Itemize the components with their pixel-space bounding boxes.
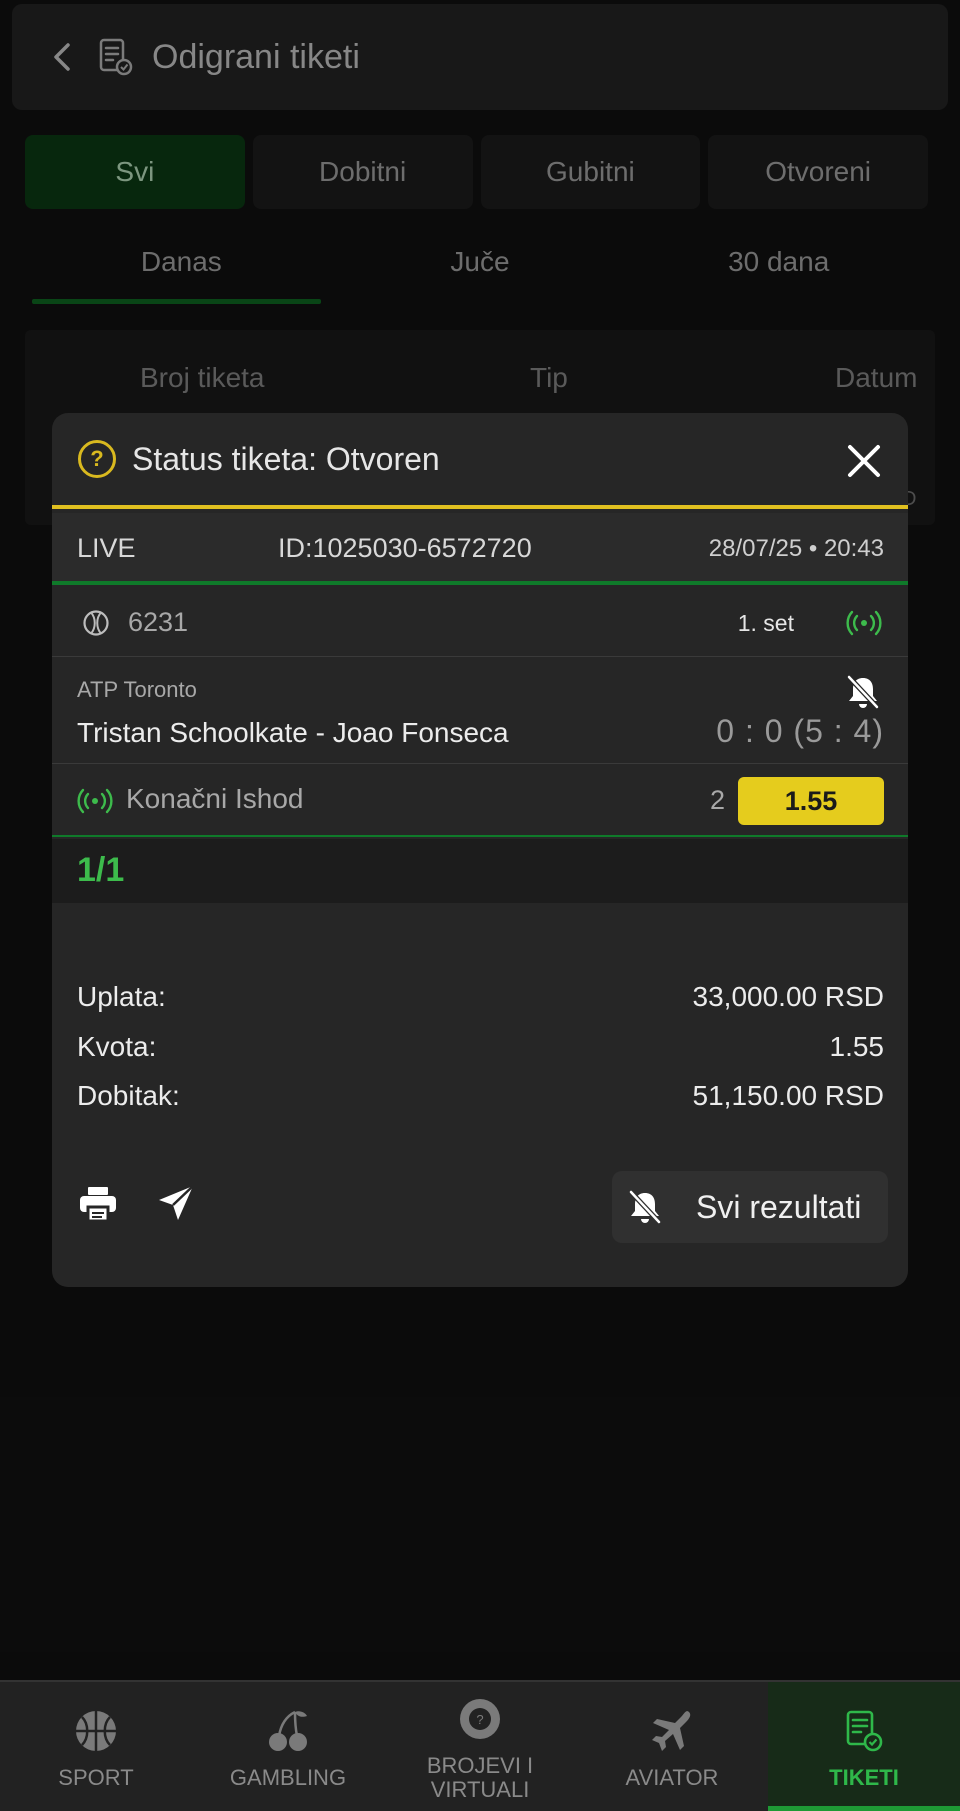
selection-count: 1/1 [77,851,125,889]
bell-off-icon [629,1190,661,1224]
basketball-icon [76,1711,116,1751]
dobitak-label: Dobitak: [77,1080,180,1111]
event-match-name: Tristan Schoolkate - Joao Fonseca [77,717,509,748]
cherries-icon [269,1710,307,1751]
ticket-datetime: 28/07/25 • 20:43 [708,535,884,562]
bet-market: Konačni Ishod [126,783,304,814]
tennis-ball-icon [83,610,109,636]
dobitak-value: 51,150.00 RSD [692,1080,884,1111]
ticket-type-label: LIVE [77,533,136,563]
event-match-row: ATP Toronto Tristan Schoolkate - Joao Fo… [52,657,908,764]
event-code-row: 6231 1. set [52,589,908,657]
lottery-ball-icon: ? [460,1699,500,1739]
bet-market-row: Konačni Ishod 2 1.55 [52,765,908,837]
bell-off-icon[interactable] [844,673,882,711]
nav-label: BROJEVI I VIRTUALI [426,1753,534,1802]
nav-item-brojevi-i-virtuali[interactable]: ? BROJEVI I VIRTUALI [384,1682,576,1811]
nav-item-sport[interactable]: SPORT [0,1682,192,1811]
live-broadcast-icon [846,610,882,636]
nav-item-aviator[interactable]: AVIATOR [576,1682,768,1811]
print-icon[interactable] [78,1185,118,1223]
live-broadcast-icon [77,788,113,814]
airplane-icon [652,1711,691,1751]
nav-item-tiketi[interactable]: TIKETI [768,1682,960,1811]
ticket-id: ID:1025030-6572720 [278,533,532,563]
question-circle-icon: ? [78,440,116,478]
close-icon[interactable] [844,441,884,481]
nav-label: GAMBLING [229,1765,347,1790]
bet-odd-badge: 1.55 [738,777,884,825]
event-set: 1. set [737,610,794,636]
ticket-icon [846,1710,883,1752]
kvota-value: 1.55 [829,1031,885,1062]
nav-label: AVIATOR [625,1765,719,1790]
kvota-label: Kvota: [77,1031,157,1062]
all-results-label: Svi rezultati [696,1188,862,1225]
bet-pick: 2 [709,785,725,815]
event-score: 0 : 0 (5 : 4) [716,713,884,749]
ticket-status-modal: ? Status tiketa: Otvoren LIVE ID:1025030… [52,413,908,1287]
bottom-navigation: SPORT GAMBLING ? BROJEVI I VIRTUALI AVIA… [0,1680,960,1811]
ticket-info-row: LIVE ID:1025030-6572720 28/07/25 • 20:43 [52,513,908,585]
event-league: ATP Toronto [77,677,197,702]
svg-text:?: ? [476,1712,483,1727]
nav-item-gambling[interactable]: GAMBLING [192,1682,384,1811]
nav-label: TIKETI [829,1765,899,1790]
modal-header: ? Status tiketa: Otvoren [52,413,908,509]
uplata-value: 33,000.00 RSD [692,981,884,1012]
page: Odigrani tiketi Svi Dobitni Gubitni Otvo… [0,0,960,1811]
selection-count-row: 1/1 [52,839,908,903]
all-results-button[interactable]: Svi rezultati [612,1171,888,1243]
modal-title: Status tiketa: Otvoren [132,440,440,477]
send-icon[interactable] [156,1183,196,1223]
nav-label: SPORT [58,1765,134,1790]
uplata-label: Uplata: [77,981,166,1012]
event-code: 6231 [128,607,189,637]
